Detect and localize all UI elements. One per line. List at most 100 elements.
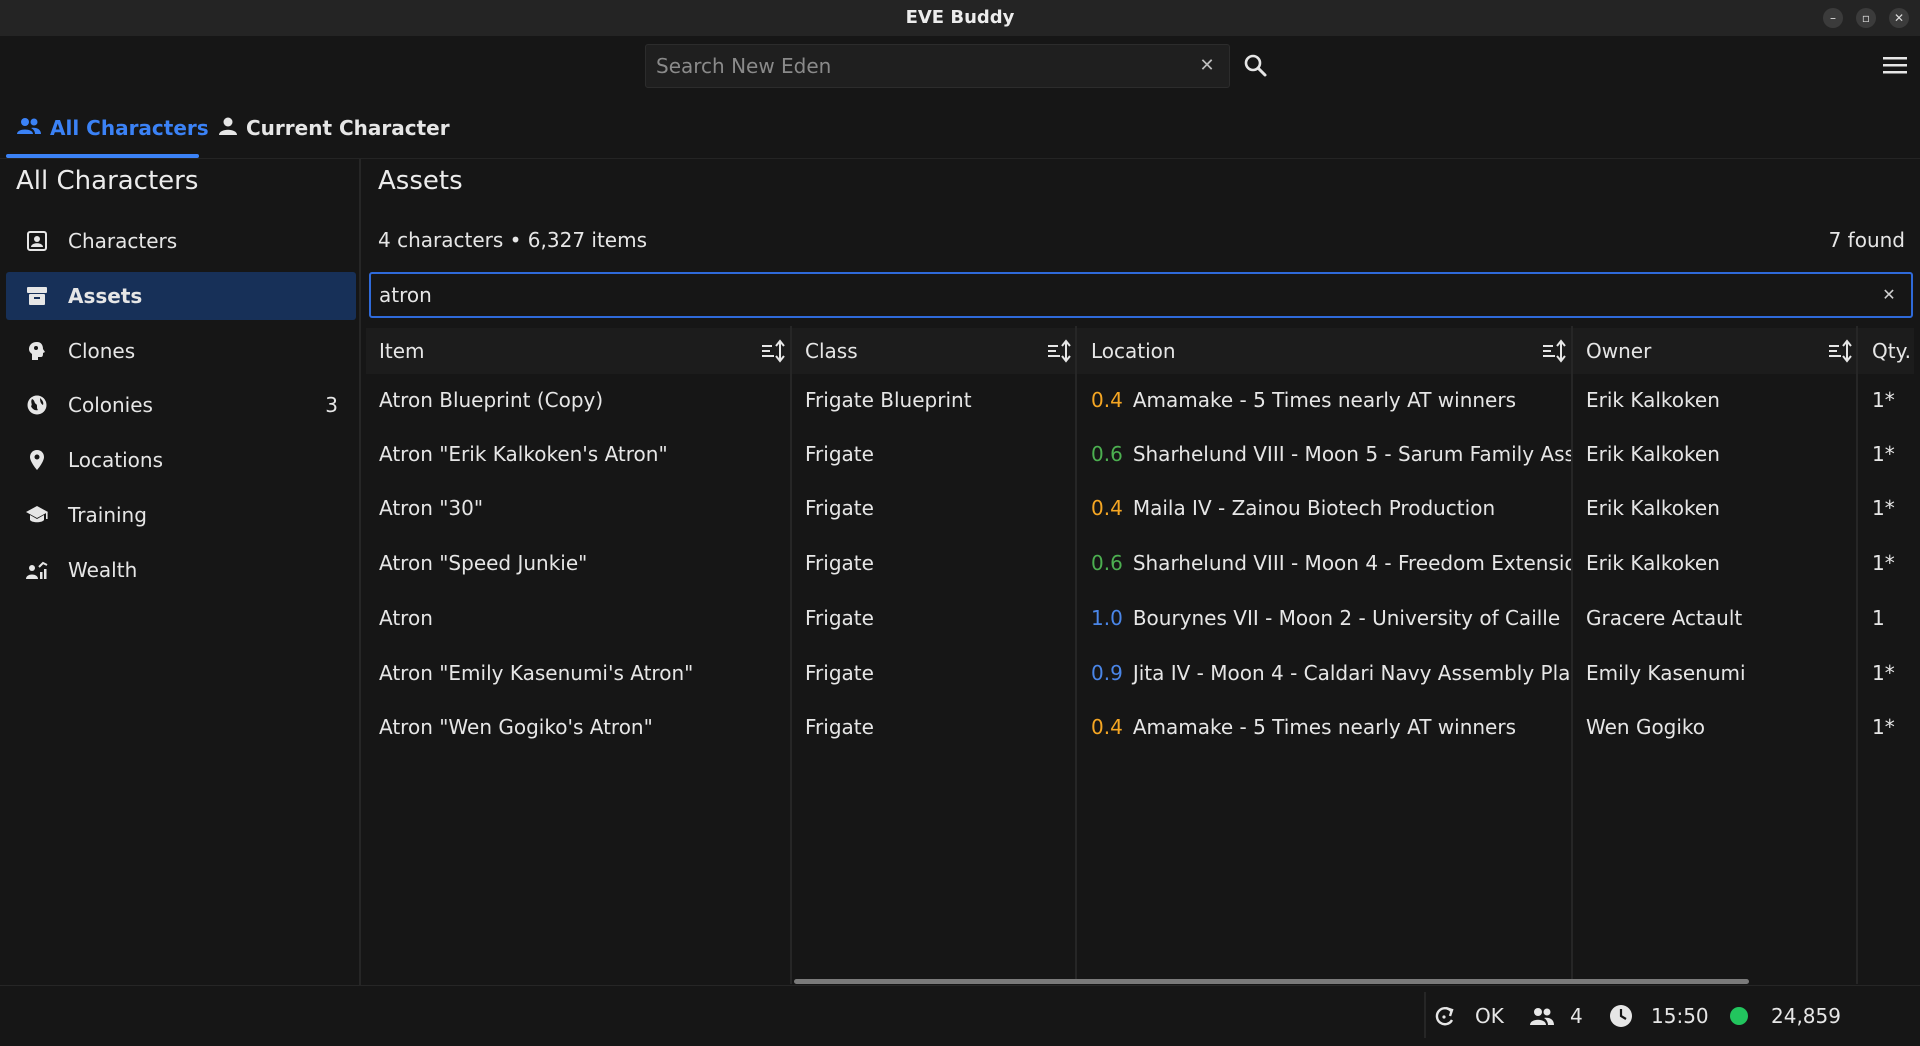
location-name: Maila IV - Zainou Biotech Production <box>1132 496 1496 520</box>
characters-count[interactable]: 4 <box>1570 992 1583 1040</box>
table-row[interactable]: Atron "Speed Junkie" Frigate 0.6 Sharhelu… <box>366 536 1914 590</box>
update-status[interactable]: OK <box>1475 992 1504 1040</box>
results-count: 7 found <box>1828 228 1905 252</box>
graduation-cap-icon <box>24 502 50 528</box>
sidebar-item-locations[interactable]: Locations <box>6 436 356 484</box>
sidebar-item-colonies[interactable]: Colonies 3 <box>6 381 356 429</box>
cell-owner: Erik Kalkoken <box>1586 388 1720 412</box>
maximize-button[interactable]: ▫ <box>1856 8 1876 28</box>
clear-filter-icon[interactable]: ✕ <box>1878 284 1900 306</box>
table-row[interactable]: Atron Blueprint (Copy) Frigate Blueprint… <box>366 373 1914 427</box>
clear-search-icon[interactable]: ✕ <box>1195 54 1219 78</box>
brain-icon <box>24 338 50 364</box>
colonies-count-badge: 3 <box>325 393 338 417</box>
sidebar-item-label: Colonies <box>68 393 153 417</box>
tab-current-character[interactable]: Current Character <box>218 110 450 146</box>
tab-all-characters[interactable]: All Characters <box>16 110 209 146</box>
sidebar-item-label: Training <box>68 503 147 527</box>
tab-current-character-label: Current Character <box>246 116 450 140</box>
cell-qty: 1 <box>1872 606 1885 630</box>
sidebar-item-wealth[interactable]: Wealth <box>6 546 356 594</box>
cell-class: Frigate <box>805 715 874 739</box>
security-status: 0.6 <box>1091 551 1123 575</box>
cell-qty: 1* <box>1872 551 1895 575</box>
cell-item: Atron "Wen Gogiko's Atron" <box>379 715 653 739</box>
location-name: Bourynes VII - Moon 2 - University of Ca… <box>1132 606 1561 630</box>
table-row[interactable]: Atron "Erik Kalkoken's Atron" Frigate 0.… <box>366 427 1914 481</box>
table-row[interactable]: Atron "30" Frigate 0.4 Maila IV - Zainou … <box>366 481 1914 535</box>
location-name: Amamake - 5 Times nearly AT winners <box>1132 715 1517 739</box>
sidebar-item-training[interactable]: Training <box>6 491 356 539</box>
cell-item: Atron "30" <box>379 496 484 520</box>
cell-class: Frigate <box>805 496 874 520</box>
assets-summary: 4 characters • 6,327 items <box>378 228 648 252</box>
sidebar-item-label: Wealth <box>68 558 138 582</box>
column-header-item[interactable]: Item <box>379 328 425 374</box>
cell-location: 0.4 Amamake - 5 Times nearly AT winners <box>1091 373 1571 427</box>
cell-qty: 1* <box>1872 715 1895 739</box>
sidebar-item-assets[interactable]: Assets <box>6 272 356 320</box>
location-name: Jita IV - Moon 4 - Caldari Navy Assembly… <box>1132 661 1571 685</box>
location-name: Sharhelund VIII - Moon 4 - Freedom Exten… <box>1132 551 1571 575</box>
close-window-button[interactable]: ✕ <box>1889 8 1909 28</box>
cell-item: Atron Blueprint (Copy) <box>379 388 604 412</box>
sort-icon[interactable] <box>1541 338 1567 364</box>
cell-class: Frigate <box>805 442 874 466</box>
security-status: 0.4 <box>1091 496 1123 520</box>
cell-item: Atron "Speed Junkie" <box>379 551 588 575</box>
asset-filter-input[interactable] <box>379 274 1859 316</box>
refresh-icon[interactable] <box>1432 992 1456 1040</box>
location-name: Amamake - 5 Times nearly AT winners <box>1132 388 1517 412</box>
cell-owner: Erik Kalkoken <box>1586 442 1720 466</box>
global-search-input[interactable] <box>656 45 1176 87</box>
users-icon <box>1528 992 1556 1040</box>
security-status: 0.4 <box>1091 388 1123 412</box>
cell-owner: Wen Gogiko <box>1586 715 1706 739</box>
status-bar-divider <box>0 985 1920 986</box>
window-title: EVE Buddy <box>905 7 1015 28</box>
wealth-chart-icon <box>24 557 50 583</box>
column-header-class[interactable]: Class <box>805 328 858 374</box>
contact-card-icon <box>24 228 50 254</box>
column-header-qty[interactable]: Qty. <box>1872 328 1911 374</box>
cell-location: 0.9 Jita IV - Moon 4 - Caldari Navy Assem… <box>1091 646 1571 700</box>
table-row[interactable]: Atron "Wen Gogiko's Atron" Frigate 0.4 Am… <box>366 700 1914 754</box>
cell-location: 0.4 Amamake - 5 Times nearly AT winners <box>1091 700 1571 754</box>
sidebar-item-clones[interactable]: Clones <box>6 327 356 375</box>
eve-time[interactable]: 15:50 <box>1651 992 1709 1040</box>
archive-box-icon <box>24 283 50 309</box>
sort-icon[interactable] <box>1827 338 1853 364</box>
cell-location: 0.6 Sharhelund VIII - Moon 4 - Freedom Ex… <box>1091 536 1571 590</box>
tab-all-characters-label: All Characters <box>50 116 209 140</box>
table-row[interactable]: Atron "Emily Kasenumi's Atron" Frigate 0… <box>366 646 1914 700</box>
cell-qty: 1* <box>1872 496 1895 520</box>
sidebar-title: All Characters <box>16 166 199 196</box>
search-icon[interactable] <box>1242 52 1270 80</box>
table-row[interactable]: Atron Frigate 1.0 Bourynes VII - Moon 2 -… <box>366 591 1914 645</box>
users-icon <box>16 116 42 141</box>
players-online[interactable]: 24,859 players <box>1771 992 1920 1040</box>
sidebar-item-label: Locations <box>68 448 164 472</box>
minimize-button[interactable]: – <box>1823 8 1843 28</box>
column-header-owner[interactable]: Owner <box>1586 328 1651 374</box>
sidebar-item-label: Characters <box>68 229 178 253</box>
security-status: 0.4 <box>1091 715 1123 739</box>
horizontal-scrollbar[interactable] <box>794 979 1749 984</box>
sidebar-item-characters[interactable]: Characters <box>6 217 356 265</box>
asset-filter-box <box>369 272 1913 318</box>
security-status: 1.0 <box>1091 606 1123 630</box>
cell-location: 0.4 Maila IV - Zainou Biotech Production <box>1091 481 1571 535</box>
cell-owner: Erik Kalkoken <box>1586 551 1720 575</box>
sort-icon[interactable] <box>1046 338 1072 364</box>
cell-item: Atron "Erik Kalkoken's Atron" <box>379 442 668 466</box>
page-title: Assets <box>378 166 463 196</box>
column-header-location[interactable]: Location <box>1091 328 1176 374</box>
sort-icon[interactable] <box>760 338 786 364</box>
cell-class: Frigate <box>805 606 874 630</box>
cell-item: Atron "Emily Kasenumi's Atron" <box>379 661 694 685</box>
cell-class: Frigate Blueprint <box>805 388 972 412</box>
hamburger-menu-icon[interactable] <box>1882 54 1908 76</box>
security-status: 0.9 <box>1091 661 1123 685</box>
cell-owner: Gracere Actault <box>1586 606 1743 630</box>
globe-icon <box>24 392 50 418</box>
